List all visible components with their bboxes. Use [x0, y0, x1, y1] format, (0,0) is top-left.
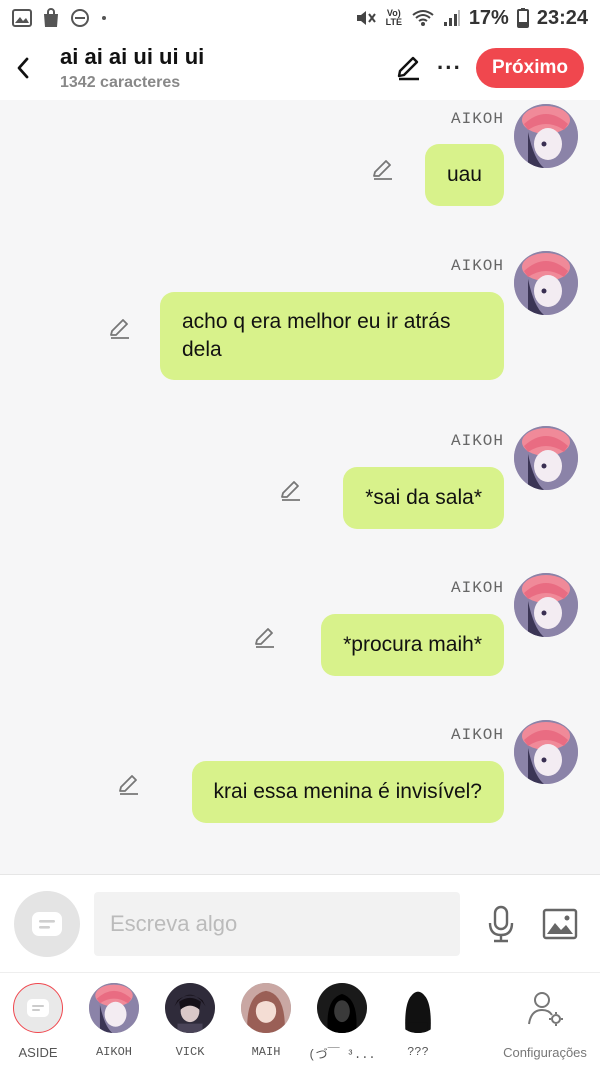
message-icon [27, 999, 49, 1017]
aikoh-avatar-image [89, 983, 139, 1033]
microphone-icon [488, 905, 514, 942]
avatar [317, 983, 367, 1033]
volte-icon: Vo) LTE [385, 8, 402, 27]
character-name: (づ￣ ³... [308, 1048, 376, 1062]
message-bubble[interactable]: acho q era melhor eu ir atrás dela [160, 292, 504, 380]
chat-title: ai ai ai ui ui ui [60, 44, 205, 69]
pencil-icon [373, 160, 392, 180]
aikoh-avatar-image [514, 720, 578, 784]
clock: 23:24 [536, 6, 588, 29]
more-options-button[interactable]: ··· [437, 55, 462, 81]
avatar [89, 983, 139, 1033]
image-button[interactable] [542, 908, 578, 940]
aikoh-avatar-image [514, 573, 578, 637]
message-bubble[interactable]: *procura maih* [321, 614, 504, 676]
edit-message-button[interactable] [278, 477, 304, 503]
status-bar: Vo) LTE 17% 23:24 [0, 0, 600, 36]
dot-icon [100, 14, 108, 22]
vick-avatar-image [165, 983, 215, 1033]
sender-name: AIKOH [450, 432, 504, 450]
edit-message-button[interactable] [107, 315, 133, 341]
sender-name: AIKOH [450, 110, 504, 128]
edit-message-button[interactable] [370, 156, 396, 182]
pencil-icon [281, 481, 300, 501]
next-button[interactable]: Próximo [475, 48, 584, 88]
message-bubble[interactable]: krai essa menina é invisível? [191, 761, 504, 823]
signal-icon [443, 9, 461, 27]
message-input[interactable] [94, 891, 460, 956]
battery-percent: 17% [468, 6, 509, 29]
avatar[interactable] [514, 573, 578, 637]
chat-header: ai ai ai ui ui ui 1342 caracteres ··· Pr… [0, 36, 600, 100]
character-aikoh[interactable]: AIKOH [76, 973, 152, 1067]
avatar[interactable] [514, 251, 578, 315]
message-item: AIKOH acho q era melhor eu ir atrás dela [0, 247, 600, 387]
aikoh-avatar-image [514, 426, 578, 490]
avatar [241, 983, 291, 1033]
character-count: 1342 caracteres [60, 74, 181, 91]
sender-name: AIKOH [450, 257, 504, 275]
sender-name: AIKOH [450, 579, 504, 597]
wifi-icon [411, 8, 435, 28]
back-button[interactable] [0, 36, 46, 100]
message-item: AIKOH *procura maih* [0, 569, 600, 689]
microphone-button[interactable] [486, 905, 516, 943]
maih-avatar-image [241, 983, 291, 1033]
settings-button[interactable]: Configurações [496, 973, 594, 1067]
emoticon-avatar-image [317, 983, 367, 1033]
message-item: AIKOH *sai da sala* [0, 422, 600, 542]
message-bubble[interactable]: *sai da sala* [343, 467, 504, 529]
pencil-icon [110, 319, 129, 339]
shopping-bag-icon [42, 8, 60, 28]
message-item: AIKOH krai essa menina é invisível? [0, 716, 600, 836]
aside-toggle-button[interactable] [14, 890, 80, 957]
character-name: AIKOH [95, 1045, 132, 1059]
message-composer [0, 874, 600, 972]
silhouette-avatar-image [393, 983, 443, 1033]
character-name: ASIDE [18, 1045, 58, 1060]
edit-message-button[interactable] [116, 771, 142, 797]
user-settings-icon [520, 983, 570, 1033]
avatar[interactable] [514, 104, 578, 168]
message-bubble[interactable]: uau [424, 144, 504, 206]
character-name: MAIH [251, 1045, 281, 1059]
edit-title-button[interactable] [395, 54, 423, 82]
avatar [393, 983, 443, 1033]
message-item: AIKOH uau [0, 100, 600, 220]
character-maih[interactable]: MAIH [228, 973, 304, 1067]
avatar[interactable] [514, 426, 578, 490]
pencil-icon [119, 775, 138, 795]
aikoh-avatar-image [514, 251, 578, 315]
character-unknown[interactable]: ??? [380, 973, 456, 1067]
settings-label: Configurações [503, 1045, 587, 1060]
pencil-icon [397, 56, 419, 81]
character-name: VICK [175, 1045, 205, 1059]
character-vick[interactable]: VICK [152, 973, 228, 1067]
aikoh-avatar-image [514, 104, 578, 168]
battery-icon [516, 8, 529, 28]
pencil-icon [255, 628, 274, 648]
character-aside[interactable]: ASIDE [0, 973, 76, 1067]
avatar[interactable] [514, 720, 578, 784]
image-icon [542, 908, 578, 939]
character-bar: ASIDE AIKOH VICK MAIH (づ￣ ³... ??? Confi… [0, 972, 600, 1067]
aside-avatar [13, 983, 63, 1033]
character-emoticon[interactable]: (づ￣ ³... [304, 973, 380, 1067]
sender-name: AIKOH [450, 726, 504, 744]
chevron-left-icon [17, 57, 29, 79]
gallery-notification-icon [12, 9, 32, 27]
character-name: ??? [407, 1045, 429, 1059]
do-not-disturb-icon [70, 8, 90, 28]
avatar [165, 983, 215, 1033]
mute-icon [355, 8, 377, 28]
message-icon [32, 911, 62, 936]
edit-message-button[interactable] [252, 624, 278, 650]
